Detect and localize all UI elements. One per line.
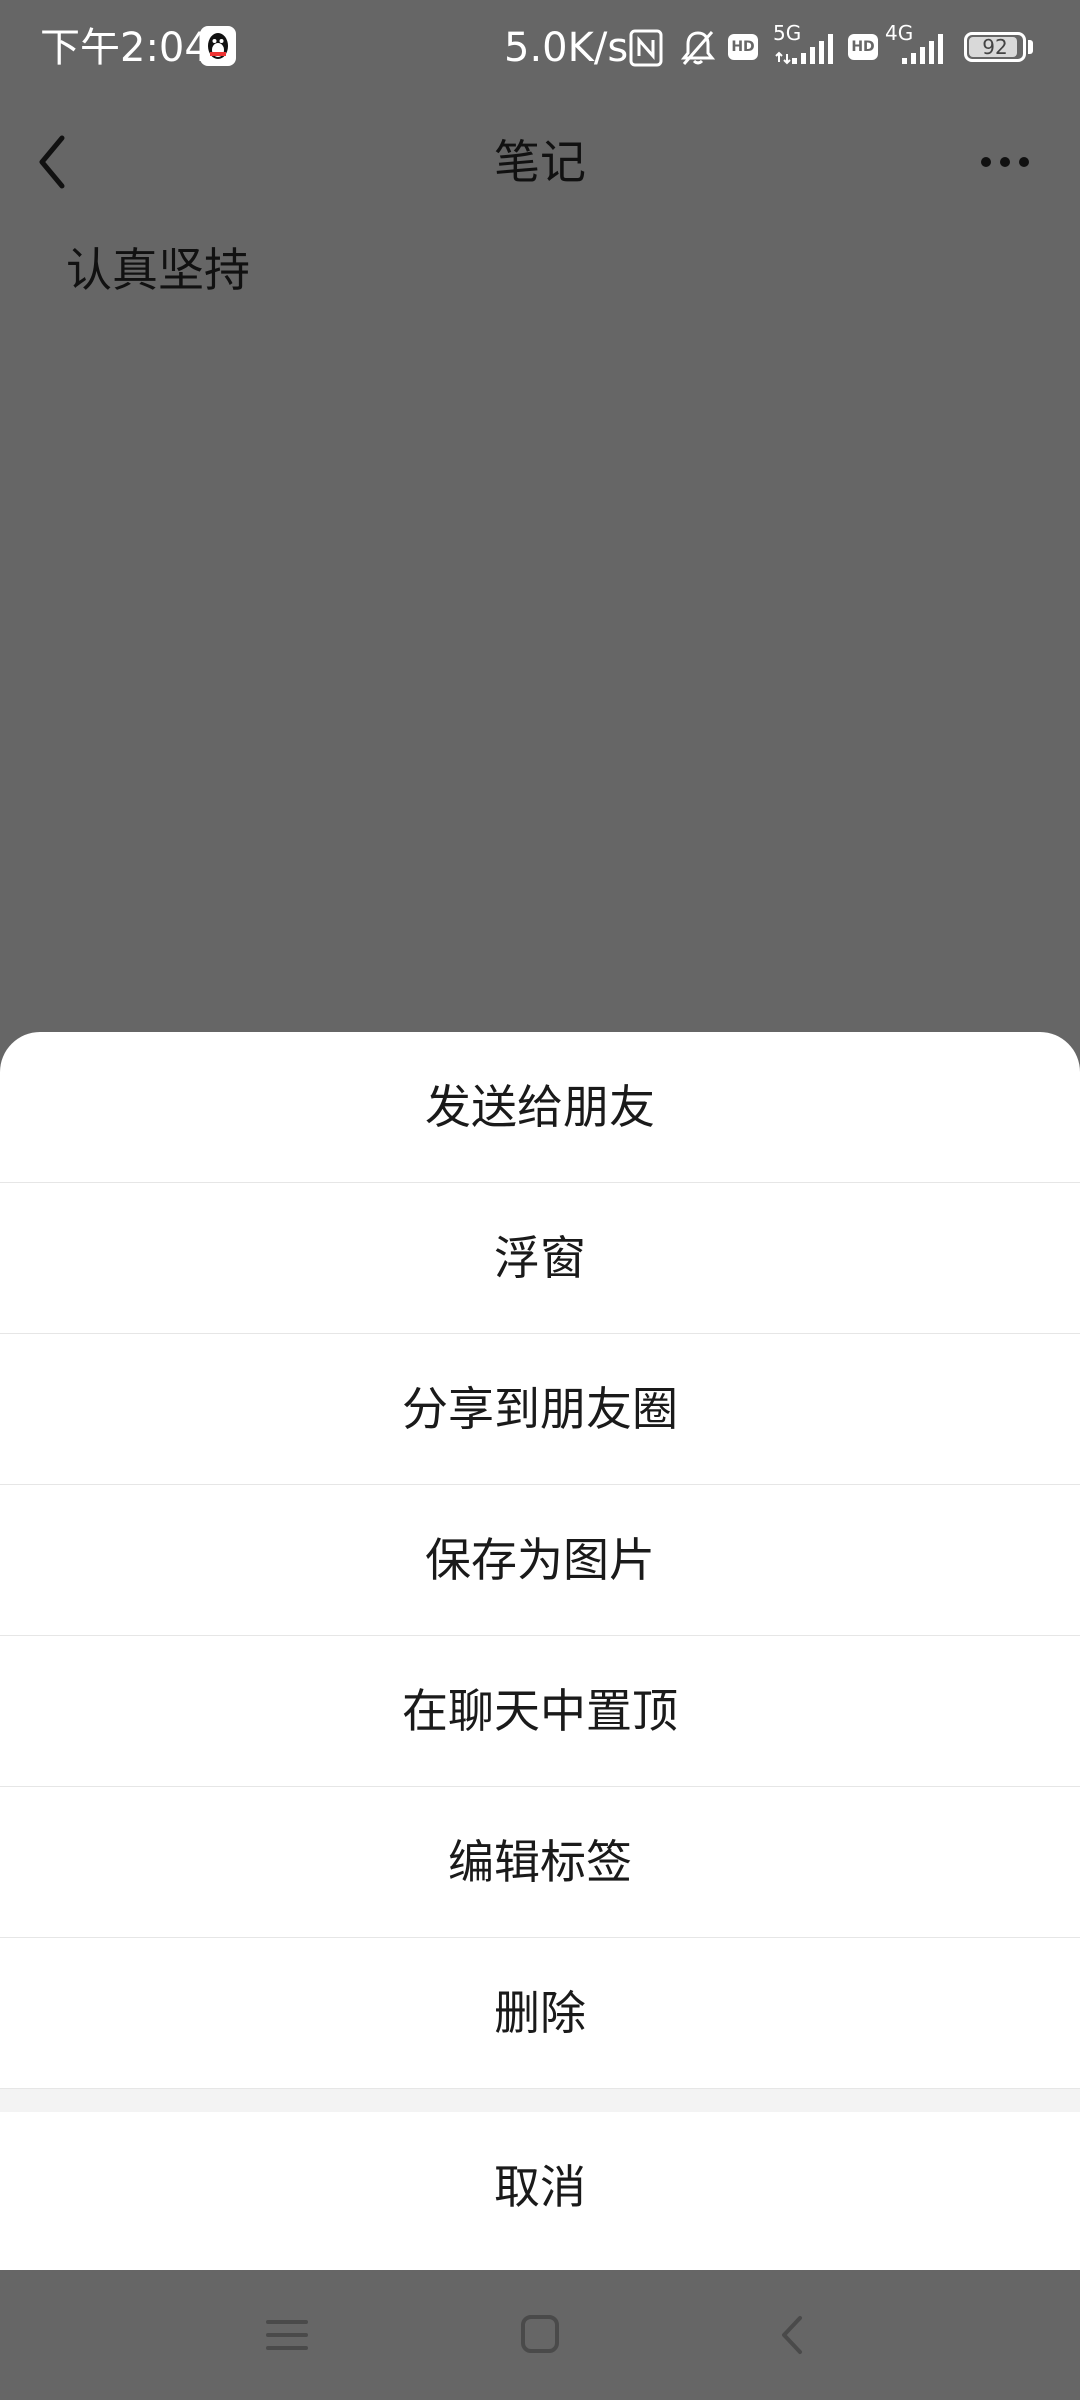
back-chevron-icon	[782, 2316, 802, 2354]
battery-icon: 92	[964, 32, 1026, 62]
nfc-icon	[628, 28, 664, 72]
pin-in-chat-option[interactable]: 在聊天中置顶	[0, 1636, 1080, 1787]
sheet-divider-gap	[0, 2089, 1080, 2112]
nav-menu-button[interactable]	[252, 2300, 322, 2370]
save-as-image-option[interactable]: 保存为图片	[0, 1485, 1080, 1636]
note-text: 认真坚持	[66, 243, 250, 297]
signal-4g-icon	[890, 30, 950, 70]
nav-home-button[interactable]	[505, 2300, 575, 2370]
action-sheet: 发送给朋友 浮窗 分享到朋友圈 保存为图片 在聊天中置顶 编辑标签 删除 取消	[0, 1032, 1080, 2270]
header: 笔记	[0, 96, 1080, 226]
cancel-button[interactable]: 取消	[0, 2112, 1080, 2262]
menu-icon	[266, 2320, 308, 2350]
edit-tags-option[interactable]: 编辑标签	[0, 1787, 1080, 1938]
qq-notification-icon	[200, 26, 236, 66]
battery-tip	[1028, 40, 1033, 54]
network-speed: 5.0K/s	[504, 25, 629, 71]
navigation-bar	[0, 2270, 1080, 2400]
status-bar: 下午2:04 5.0K/s HD 5G HD 4G 92	[0, 0, 1080, 96]
page-title: 笔记	[494, 135, 586, 189]
hd-badge-2: HD	[848, 34, 878, 60]
bell-muted-icon	[678, 28, 718, 72]
share-to-moments-option[interactable]: 分享到朋友圈	[0, 1334, 1080, 1485]
delete-option[interactable]: 删除	[0, 1938, 1080, 2089]
hd-badge: HD	[728, 34, 758, 60]
more-dots-icon	[981, 157, 1029, 167]
signal-5g-icon	[772, 30, 840, 70]
home-square-icon	[521, 2315, 559, 2353]
send-to-friend-option[interactable]: 发送给朋友	[0, 1032, 1080, 1183]
more-button[interactable]	[960, 122, 1050, 202]
floating-window-option[interactable]: 浮窗	[0, 1183, 1080, 1334]
status-time: 下午2:04	[40, 25, 210, 71]
nav-back-button[interactable]	[758, 2300, 828, 2370]
battery-level: 92	[982, 35, 1008, 59]
